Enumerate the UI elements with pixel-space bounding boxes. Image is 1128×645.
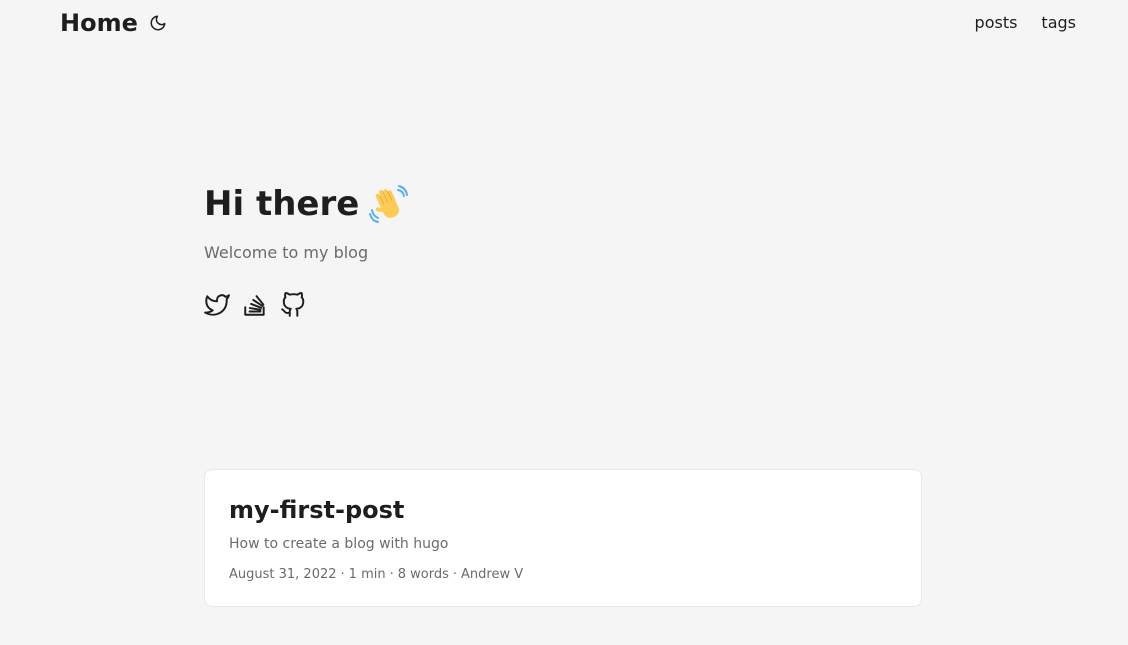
hero-subtitle: Welcome to my blog: [204, 243, 369, 262]
post-meta: August 31, 2022 · 1 min · 8 words · Andrew V: [229, 566, 523, 584]
post-entry[interactable]: my-first-post How to create a blog with …: [204, 469, 922, 607]
social-icons: [204, 292, 924, 318]
github-icon[interactable]: [280, 292, 306, 318]
home-logo-link[interactable]: Home: [60, 8, 138, 38]
post-reading-time: 1 min: [348, 567, 386, 582]
post-author: Andrew V: [461, 567, 524, 582]
main-menu: posts tags: [975, 12, 1076, 34]
menu-item-tags[interactable]: tags: [1041, 12, 1076, 34]
stackoverflow-icon[interactable]: [242, 292, 268, 318]
post-date: August 31, 2022: [229, 567, 337, 582]
post-summary: How to create a blog with hugo: [229, 536, 449, 552]
hero-title-text: Hi there: [204, 184, 360, 224]
post-title[interactable]: my-first-post: [229, 494, 404, 526]
twitter-icon[interactable]: [204, 292, 230, 318]
home-info: Hi there Welcome to my blog: [204, 180, 924, 318]
meta-separator: ·: [389, 567, 394, 582]
menu-item-posts[interactable]: posts: [975, 12, 1018, 34]
meta-separator: ·: [452, 567, 458, 582]
waving-hand-icon: [369, 184, 409, 224]
meta-separator: ·: [340, 567, 345, 582]
moon-icon[interactable]: [149, 14, 167, 32]
hero-title: Hi there: [204, 180, 924, 228]
site-header: Home posts tags: [0, 0, 1128, 46]
post-word-count: 8 words: [397, 567, 449, 582]
